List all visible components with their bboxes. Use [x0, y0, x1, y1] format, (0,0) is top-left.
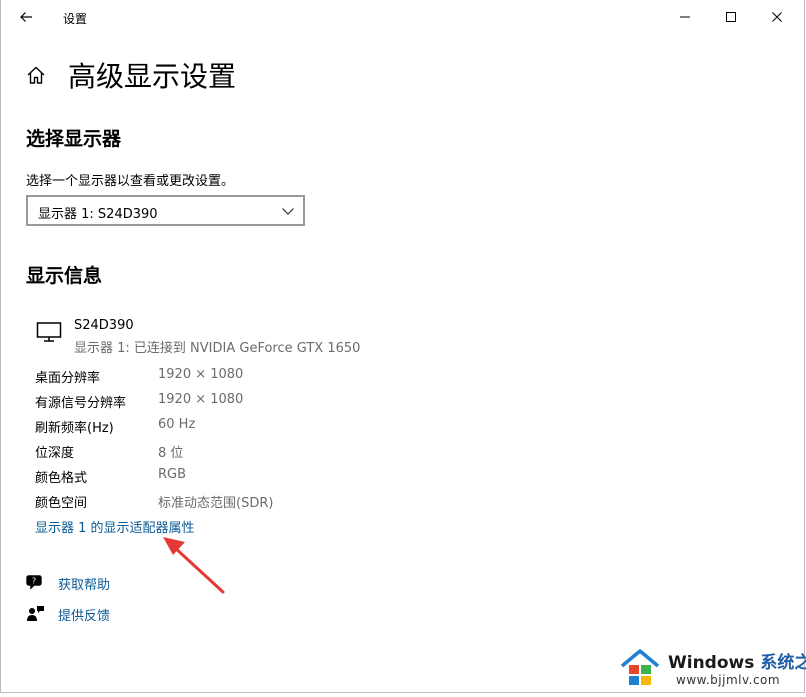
home-icon[interactable]	[25, 64, 47, 86]
close-icon	[772, 12, 782, 22]
back-arrow-icon	[20, 12, 32, 22]
monitor-name: S24D390	[74, 318, 134, 333]
watermark-brand-en: Windows	[668, 653, 755, 673]
info-value: 60 Hz	[158, 417, 196, 432]
page-title: 高级显示设置	[68, 60, 237, 93]
title-bar: 设置	[1, 0, 806, 34]
maximize-button[interactable]	[708, 0, 754, 34]
info-label: 颜色空间	[35, 496, 88, 511]
info-row: 位深度 8 位	[35, 442, 355, 462]
info-label: 有源信号分辨率	[35, 396, 127, 411]
info-row: 刷新频率(Hz) 60 Hz	[35, 417, 355, 437]
select-display-heading: 选择显示器	[26, 128, 122, 150]
info-row: 桌面分辨率 1920 × 1080	[35, 367, 355, 387]
info-label: 刷新频率(Hz)	[35, 421, 114, 436]
maximize-icon	[726, 12, 736, 22]
settings-window: 设置 高级显示设置 选择显示器 选择一个显示器以查看或更改设置。 显示器 1: …	[0, 0, 805, 693]
watermark-brand: Windows系统之家	[668, 648, 806, 673]
watermark-url: www.bjjmlv.com	[676, 673, 781, 687]
info-label: 桌面分辨率	[35, 371, 101, 386]
info-value: 1920 × 1080	[158, 367, 244, 382]
watermark: Windows系统之家 www.bjjmlv.com	[606, 638, 806, 697]
annotation-arrow-icon	[163, 537, 225, 594]
info-label: 颜色格式	[35, 471, 88, 486]
info-value: 标准动态范围(SDR)	[158, 496, 274, 511]
display-select[interactable]: 显示器 1: S24D390	[26, 195, 305, 226]
feedback-icon	[27, 606, 44, 621]
monitor-connection: 显示器 1: 已连接到 NVIDIA GeForce GTX 1650	[74, 341, 361, 356]
info-value: 8 位	[158, 446, 184, 461]
info-value: RGB	[158, 467, 187, 482]
monitor-icon	[36, 322, 62, 342]
help-icon: ?	[26, 575, 42, 590]
chevron-down-icon	[282, 208, 294, 215]
minimize-button[interactable]	[662, 0, 708, 34]
get-help-link[interactable]: 获取帮助	[58, 574, 110, 593]
windows-house-logo-icon	[620, 649, 660, 685]
give-feedback-link[interactable]: 提供反馈	[58, 605, 110, 624]
info-value: 1920 × 1080	[158, 392, 244, 407]
window-title: 设置	[63, 12, 88, 26]
svg-text:?: ?	[32, 577, 36, 586]
display-info-heading: 显示信息	[26, 265, 103, 287]
info-row: 有源信号分辨率 1920 × 1080	[35, 392, 355, 412]
close-button[interactable]	[754, 0, 800, 34]
info-row: 颜色空间 标准动态范围(SDR)	[35, 492, 355, 512]
back-button[interactable]	[13, 5, 39, 29]
info-label: 位深度	[35, 446, 75, 461]
display-select-value: 显示器 1: S24D390	[38, 207, 158, 222]
select-display-hint: 选择一个显示器以查看或更改设置。	[26, 174, 235, 189]
minimize-icon	[680, 16, 690, 18]
watermark-brand-cn: 系统之家	[760, 653, 806, 673]
info-row: 颜色格式 RGB	[35, 467, 355, 487]
